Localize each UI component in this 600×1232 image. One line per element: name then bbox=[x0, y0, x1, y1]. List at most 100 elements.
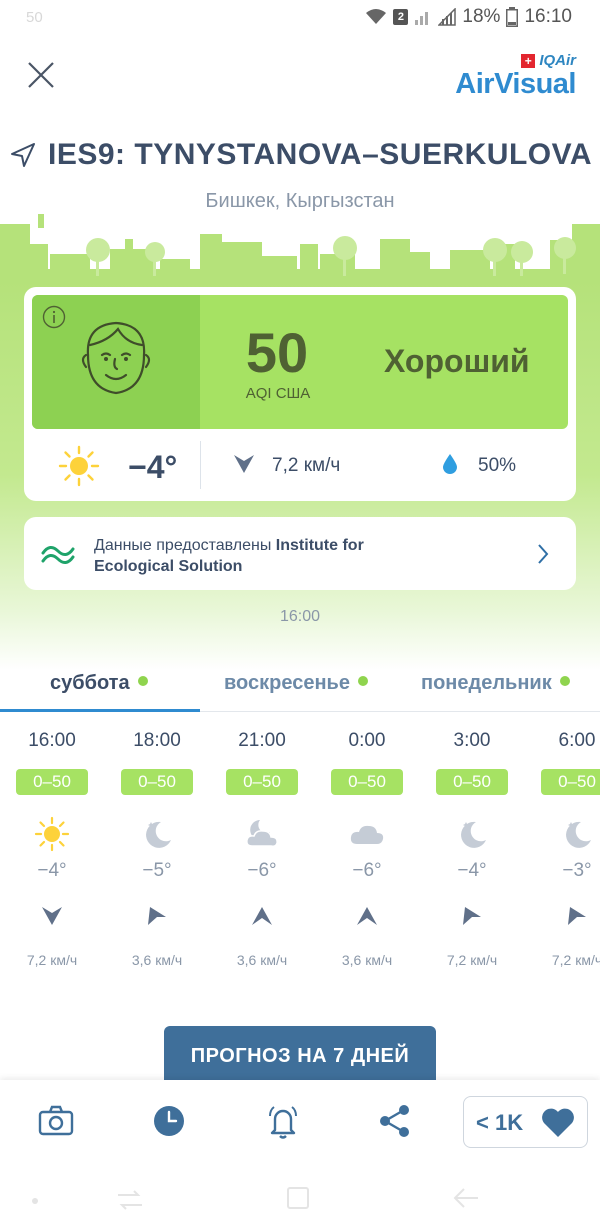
source-prefix: Данные предоставлены bbox=[94, 537, 276, 554]
hour-time: 3:00 bbox=[453, 730, 491, 751]
clock-icon[interactable] bbox=[152, 1104, 186, 1138]
hour-time: 21:00 bbox=[238, 730, 286, 751]
android-navigation-bar bbox=[0, 1168, 600, 1232]
aqi-dot bbox=[357, 676, 368, 686]
hour-temperature: −6° bbox=[352, 860, 382, 881]
active-tab-indicator bbox=[0, 709, 200, 712]
aqi-value: 50 bbox=[245, 321, 309, 384]
back-icon[interactable] bbox=[452, 1186, 480, 1210]
status-notification-text: 50 bbox=[26, 9, 43, 26]
location-arrow-icon bbox=[11, 143, 35, 167]
day-tabs: суббота воскресенье понедельник bbox=[0, 664, 600, 712]
current-wind: 7,2 км/ч bbox=[272, 455, 341, 476]
close-icon[interactable] bbox=[26, 60, 56, 90]
signal-icon bbox=[415, 12, 429, 25]
alarm-bell-icon[interactable] bbox=[266, 1104, 300, 1140]
like-button[interactable]: < 1K bbox=[463, 1096, 588, 1148]
tab-sunday[interactable]: воскресенье bbox=[224, 672, 368, 695]
battery-icon bbox=[506, 7, 519, 27]
wind-direction-icon bbox=[252, 907, 272, 925]
share-icon[interactable] bbox=[378, 1104, 412, 1138]
hour-time: 16:00 bbox=[28, 730, 76, 751]
signal-icon-2 bbox=[438, 8, 457, 26]
forecast-7-days-button[interactable]: ПРОГНОЗ НА 7 ДНЕЙ bbox=[164, 1026, 436, 1086]
hour-temperature: −6° bbox=[247, 860, 277, 881]
tab-label: понедельник bbox=[421, 672, 552, 694]
hour-temperature: −5° bbox=[142, 860, 172, 881]
hour-temperature: −3° bbox=[562, 860, 592, 881]
hour-time: 18:00 bbox=[133, 730, 181, 751]
chevron-right-icon[interactable] bbox=[536, 543, 550, 565]
swiss-flag-icon: + bbox=[521, 53, 536, 68]
source-provider-1: Institute for bbox=[275, 537, 364, 554]
heart-icon bbox=[542, 1108, 574, 1137]
source-text: Данные предоставлены Institute for Ecolo… bbox=[94, 535, 364, 577]
clock: 16:10 bbox=[524, 6, 572, 27]
hour-aqi-badge: 0–50 bbox=[541, 769, 600, 795]
happy-face-icon bbox=[81, 321, 151, 395]
hour-aqi-badge: 0–50 bbox=[331, 769, 403, 795]
hour-wind: 3,6 км/ч bbox=[236, 952, 288, 968]
moon-icon bbox=[146, 821, 171, 848]
station-location: Бишкек, Кыргызстан bbox=[205, 190, 395, 212]
wind-direction-icon bbox=[234, 455, 254, 473]
tab-label: воскресенье bbox=[224, 672, 350, 694]
aqi-panel: 50 AQI США Хороший bbox=[32, 295, 568, 429]
tab-monday[interactable]: понедельник bbox=[421, 672, 570, 695]
like-count: < 1K bbox=[476, 1110, 524, 1135]
hour-aqi-badge: 0–50 bbox=[226, 769, 298, 795]
hour-time: 0:00 bbox=[348, 730, 386, 751]
hour-temperature: −4° bbox=[457, 860, 487, 881]
sun-icon bbox=[58, 445, 100, 487]
hour-aqi-badge: 0–50 bbox=[16, 769, 88, 795]
hour-wind: 7,2 км/ч bbox=[26, 952, 78, 968]
nav-dot-icon[interactable] bbox=[30, 1196, 40, 1206]
aqi-dot bbox=[137, 676, 148, 686]
info-icon[interactable] bbox=[42, 305, 66, 329]
wind-direction-icon bbox=[463, 907, 481, 925]
home-icon[interactable] bbox=[286, 1186, 310, 1210]
recent-apps-icon[interactable] bbox=[116, 1188, 144, 1212]
sim-badge: 2 bbox=[393, 9, 409, 25]
cloud-icon bbox=[350, 825, 384, 844]
tab-label: суббота bbox=[50, 672, 130, 694]
hour-wind: 3,6 км/ч bbox=[131, 952, 183, 968]
camera-icon[interactable] bbox=[38, 1104, 74, 1138]
brand-iqair: IQAir bbox=[539, 52, 576, 69]
hour-temperature: −4° bbox=[37, 860, 67, 881]
moon-icon bbox=[566, 821, 591, 848]
hour-wind: 3,6 км/ч bbox=[341, 952, 393, 968]
brand-airvisual: AirVisual bbox=[455, 68, 576, 100]
current-humidity: 50% bbox=[478, 455, 517, 476]
wind-direction-icon bbox=[357, 907, 377, 925]
aqi-dot bbox=[559, 676, 570, 686]
hour-wind: 7,2 км/ч bbox=[551, 952, 600, 968]
current-temperature: −4° bbox=[128, 449, 178, 485]
divider bbox=[200, 441, 201, 489]
station-name: IES9: TYNYSTANOVA–SUERKULOVA bbox=[48, 138, 593, 171]
bottom-action-bar: < 1K bbox=[0, 1080, 600, 1168]
cloud-moon-icon bbox=[246, 820, 278, 847]
battery-percent: 18% bbox=[462, 6, 501, 27]
hour-wind: 7,2 км/ч bbox=[446, 952, 498, 968]
aqi-unit: AQI США bbox=[245, 385, 311, 402]
aqi-card[interactable]: 50 AQI США Хороший −4° 7,2 км/ч 50% bbox=[24, 287, 576, 501]
sun-icon bbox=[34, 816, 70, 852]
wind-direction-icon bbox=[148, 907, 166, 925]
source-provider-2: Ecological Solution bbox=[94, 558, 243, 575]
tab-saturday[interactable]: суббота bbox=[50, 672, 148, 695]
source-logo-icon bbox=[41, 546, 75, 564]
status-icons: 2 18% 16:10 bbox=[365, 6, 572, 28]
aqi-category: Хороший bbox=[384, 343, 530, 379]
aqi-face-area bbox=[32, 295, 200, 429]
hourly-forecast[interactable]: 16:00 0–50 −4° 7,2 км/ч 18:00 0–50 −5° 3… bbox=[0, 720, 600, 980]
hour-aqi-badge: 0–50 bbox=[121, 769, 193, 795]
update-time: 16:00 bbox=[279, 608, 321, 625]
data-source-card[interactable]: Данные предоставлены Institute for Ecolo… bbox=[24, 517, 576, 590]
wind-direction-icon bbox=[42, 907, 62, 925]
wind-direction-icon bbox=[568, 907, 586, 925]
city-skyline-illustration bbox=[0, 214, 600, 284]
hour-time: 6:00 bbox=[558, 730, 596, 751]
status-bar: 50 2 18% 16:10 bbox=[0, 0, 600, 38]
current-weather: −4° 7,2 км/ч 50% bbox=[24, 435, 576, 497]
